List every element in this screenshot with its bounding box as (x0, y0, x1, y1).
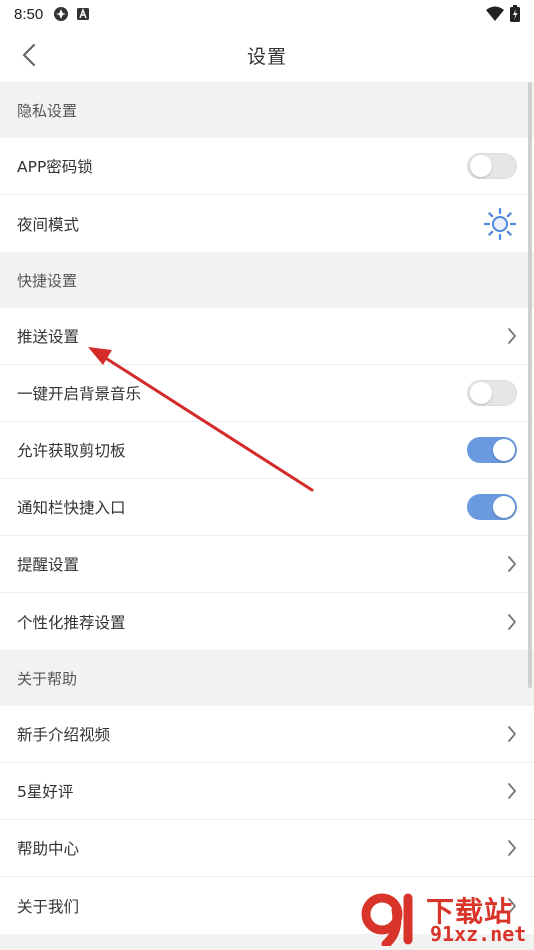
row-bg-music: 一键开启背景音乐 (0, 365, 534, 422)
row-label: 帮助中心 (17, 840, 80, 858)
watermark-url: 91xz.net (430, 922, 527, 946)
row-label: 允许获取剪切板 (17, 442, 126, 460)
back-button[interactable] (12, 38, 46, 72)
scrollbar[interactable] (528, 82, 532, 688)
row-intro-video[interactable]: 新手介绍视频 (0, 706, 534, 763)
bg-music-toggle[interactable] (467, 380, 517, 406)
row-label: 推送设置 (17, 328, 80, 346)
row-label: APP密码锁 (17, 158, 93, 176)
row-label: 夜间模式 (17, 215, 80, 234)
notification-shortcut-toggle[interactable] (467, 494, 517, 520)
row-five-star-rating[interactable]: 5星好评 (0, 763, 534, 820)
chevron-right-icon (508, 556, 516, 572)
status-bar: 8:50 (0, 0, 534, 28)
row-notification-shortcut: 通知栏快捷入口 (0, 479, 534, 536)
row-personalized-recommend[interactable]: 个性化推荐设置 (0, 593, 534, 650)
row-night-mode[interactable]: 夜间模式 (0, 195, 534, 252)
section-header-shortcut: 快捷设置 (0, 252, 534, 308)
sun-icon[interactable] (483, 207, 517, 241)
nav-bar: 设置 (0, 28, 534, 82)
status-time: 8:50 (14, 5, 44, 23)
a-notification-icon (77, 8, 90, 20)
app-notification-icon (54, 7, 69, 21)
chevron-left-icon (22, 43, 36, 67)
chevron-right-icon (508, 840, 516, 856)
watermark-logo-icon (361, 893, 413, 946)
section-header-privacy: 隐私设置 (0, 82, 534, 138)
chevron-right-icon (508, 783, 516, 799)
row-app-lock: APP密码锁 (0, 138, 534, 195)
chevron-right-icon (508, 726, 516, 742)
battery-icon (510, 5, 520, 22)
page-title: 设置 (246, 45, 287, 68)
section-header-about-help: 关于帮助 (0, 650, 534, 706)
wifi-icon (486, 6, 504, 21)
row-label: 提醒设置 (17, 556, 80, 574)
row-clipboard: 允许获取剪切板 (0, 422, 534, 479)
row-label: 5星好评 (17, 783, 74, 801)
chevron-right-icon (508, 328, 516, 344)
app-lock-toggle[interactable] (467, 153, 517, 179)
row-reminder-settings[interactable]: 提醒设置 (0, 536, 534, 593)
settings-list: 隐私设置 APP密码锁 夜间模式 快捷设置 推送设置 一键开启背景音乐 允许获取… (0, 82, 534, 934)
row-push-settings[interactable]: 推送设置 (0, 308, 534, 365)
row-label: 个性化推荐设置 (17, 613, 126, 632)
clipboard-toggle[interactable] (467, 437, 517, 463)
status-right-icons (486, 5, 520, 22)
chevron-right-icon (508, 613, 516, 630)
row-label: 新手介绍视频 (17, 726, 111, 744)
row-label: 一键开启背景音乐 (17, 385, 142, 403)
row-label: 通知栏快捷入口 (17, 499, 126, 517)
row-help-center[interactable]: 帮助中心 (0, 820, 534, 877)
status-left-icons (53, 6, 90, 22)
watermark: 下载站 91xz.net (360, 888, 528, 948)
